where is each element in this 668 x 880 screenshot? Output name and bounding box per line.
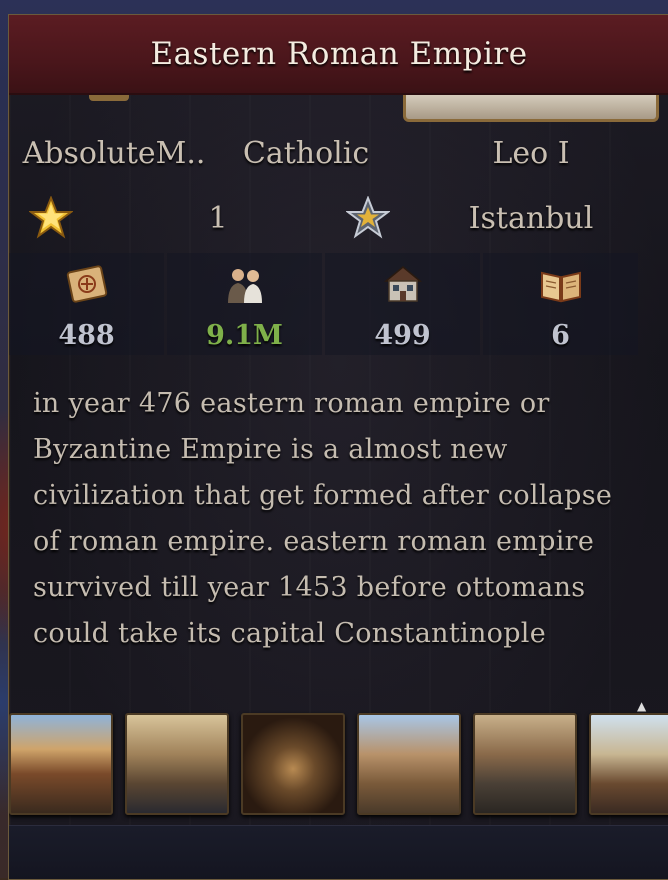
nation-title: Eastern Roman Empire	[150, 36, 528, 72]
nation-description: in year 476 eastern roman empire or Byza…	[33, 388, 613, 649]
gold-star-icon	[9, 196, 93, 240]
image-gallery	[9, 713, 668, 815]
religion-label[interactable]: Catholic	[219, 123, 393, 183]
population-stat[interactable]	[167, 253, 322, 315]
title-bar: Eastern Roman Empire	[9, 15, 668, 95]
town-street-thumbnail[interactable]	[9, 713, 113, 815]
rank-capital-row: 1 Istanbul	[9, 183, 668, 253]
cannon-thumbnail[interactable]	[589, 713, 668, 815]
buildings-stat[interactable]	[325, 253, 480, 315]
ruler-portrait-frame[interactable]	[403, 93, 659, 122]
technology-stat[interactable]	[483, 253, 638, 315]
territory-value: 488	[9, 315, 164, 355]
technology-value: 6	[483, 315, 638, 355]
river-city-thumbnail[interactable]	[125, 713, 229, 815]
capital-name[interactable]: Istanbul	[393, 201, 668, 236]
people-icon	[227, 269, 262, 303]
government-label[interactable]: AbsoluteM..	[9, 123, 219, 183]
coin-sack-thumbnail[interactable]	[241, 713, 345, 815]
soldiers-march-thumbnail[interactable]	[473, 713, 577, 815]
territory-stat[interactable]	[9, 253, 164, 315]
bottom-bar	[9, 825, 668, 879]
info-row: AbsoluteM.. Catholic Leo I	[9, 123, 668, 183]
ruler-name[interactable]: Leo I	[393, 123, 668, 183]
stats-icon-row	[9, 253, 668, 315]
population-value: 9.1M	[167, 315, 322, 355]
rank-value: 1	[208, 200, 228, 236]
book-icon	[540, 271, 581, 303]
silver-star-icon	[343, 196, 393, 240]
scroll-map-icon	[66, 265, 107, 303]
buildings-value: 499	[325, 315, 480, 355]
construction-thumbnail[interactable]	[357, 713, 461, 815]
nation-info-panel: Eastern Roman Empire AbsoluteM.. Catholi…	[8, 14, 668, 880]
house-icon	[383, 266, 422, 302]
stats-value-row: 488 9.1M 499 6	[9, 315, 668, 355]
scroll-up-icon[interactable]: ▲	[637, 699, 646, 713]
